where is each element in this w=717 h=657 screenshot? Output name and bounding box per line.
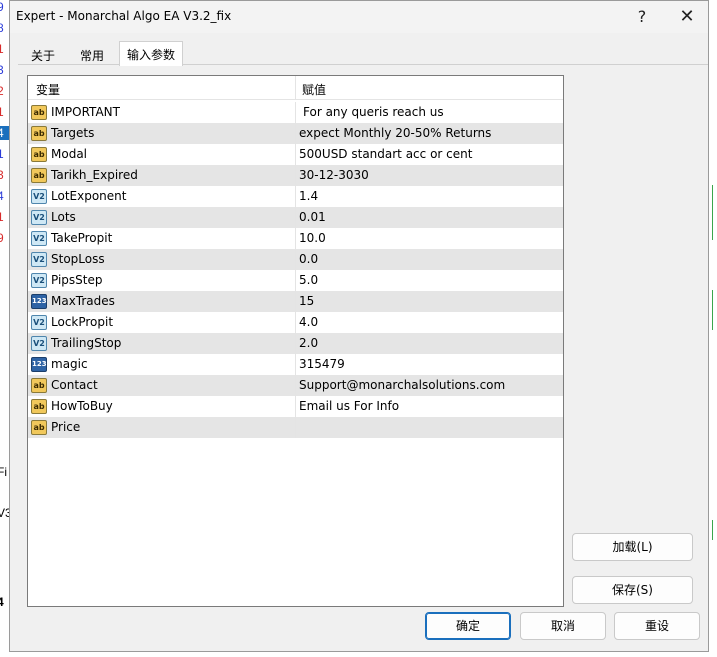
variable-value[interactable]: 0.01: [299, 210, 326, 224]
table-row[interactable]: V2 Lots 0.01: [28, 207, 563, 228]
variable-name: MaxTrades: [51, 294, 115, 308]
variable-name: Targets: [51, 126, 95, 140]
bg-digit: 9: [0, 0, 4, 14]
bg-digit: 3: [0, 168, 4, 182]
bg-digit: 3: [0, 63, 4, 77]
variable-value[interactable]: 2.0: [299, 336, 318, 350]
integer-type-icon: 123: [31, 357, 47, 372]
table-row[interactable]: ab HowToBuy Email us For Info: [28, 396, 563, 417]
save-button[interactable]: 保存(S): [572, 576, 693, 604]
bg-text: 4: [0, 595, 4, 609]
variable-name: HowToBuy: [51, 399, 113, 413]
variable-name: Contact: [51, 378, 98, 392]
variable-value[interactable]: expect Monthly 20-50% Returns: [299, 126, 491, 140]
table-row[interactable]: V2 StopLoss 0.0: [28, 249, 563, 270]
variable-value[interactable]: 15: [299, 294, 314, 308]
help-button[interactable]: ?: [630, 5, 654, 29]
table-row[interactable]: 123 MaxTrades 15: [28, 291, 563, 312]
close-button[interactable]: ✕: [675, 5, 699, 29]
variable-value[interactable]: Support@monarchalsolutions.com: [299, 378, 505, 392]
ok-button[interactable]: 确定: [425, 612, 511, 640]
variable-name: LockPropit: [51, 315, 114, 329]
load-button[interactable]: 加载(L): [572, 533, 693, 561]
string-type-icon: ab: [31, 420, 47, 435]
column-header-variable[interactable]: 变量: [36, 81, 60, 98]
integer-type-icon: 123: [31, 294, 47, 309]
bg-digit: 4: [0, 126, 9, 140]
bg-text: Fi: [0, 465, 7, 479]
tab-common[interactable]: 常用: [73, 45, 111, 65]
variable-name: Modal: [51, 147, 87, 161]
string-type-icon: ab: [31, 105, 47, 120]
background-terminal-left: 9 8 1 3 2 1 4 1 3 4 1 9 Fi V3 4: [0, 0, 9, 657]
double-type-icon: V2: [31, 315, 47, 330]
variable-value[interactable]: 5.0: [299, 273, 318, 287]
variable-value[interactable]: 1.4: [299, 189, 318, 203]
variable-name: StopLoss: [51, 252, 105, 266]
variable-value[interactable]: 0.0: [299, 252, 318, 266]
cancel-button[interactable]: 取消: [520, 612, 606, 640]
bg-digit: 4: [0, 189, 4, 203]
column-header-value[interactable]: 赋值: [302, 81, 326, 98]
double-type-icon: V2: [31, 189, 47, 204]
double-type-icon: V2: [31, 252, 47, 267]
tab-inputs[interactable]: 输入参数: [119, 41, 184, 66]
table-row[interactable]: V2 LotExponent 1.4: [28, 186, 563, 207]
variable-value[interactable]: 10.0: [299, 231, 326, 245]
string-type-icon: ab: [31, 168, 47, 183]
table-row[interactable]: V2 TrailingStop 2.0: [28, 333, 563, 354]
string-type-icon: ab: [31, 378, 47, 393]
table-row[interactable]: V2 LockPropit 4.0: [28, 312, 563, 333]
bg-digit: 1: [0, 147, 4, 161]
variable-value[interactable]: 30-12-3030: [299, 168, 369, 182]
grid-header: 变量 赋值: [28, 76, 563, 100]
table-row[interactable]: V2 TakePropit 10.0: [28, 228, 563, 249]
bg-digit: 2: [0, 84, 4, 98]
tab-about[interactable]: 关于: [24, 45, 62, 65]
variable-name: magic: [51, 357, 88, 371]
variable-name: PipsStep: [51, 273, 103, 287]
variable-name: TrailingStop: [51, 336, 122, 350]
double-type-icon: V2: [31, 210, 47, 225]
tab-bar: 关于 常用 输入参数: [18, 41, 708, 66]
bg-digit: 1: [0, 42, 4, 56]
variable-value[interactable]: 500USD standart acc or cent: [299, 147, 472, 161]
string-type-icon: ab: [31, 399, 47, 414]
double-type-icon: V2: [31, 336, 47, 351]
table-row[interactable]: ab IMPORTANT For any queris reach us: [28, 102, 563, 123]
table-row[interactable]: ab Modal 500USD standart acc or cent: [28, 144, 563, 165]
variable-name: Lots: [51, 210, 76, 224]
variable-name: Price: [51, 420, 81, 434]
variable-name: IMPORTANT: [51, 105, 120, 119]
double-type-icon: V2: [31, 231, 47, 246]
bg-text: V3: [0, 506, 9, 520]
variable-name: Tarikh_Expired: [51, 168, 138, 182]
expert-dialog: Expert - Monarchal Algo EA V3.2_fix ? ✕ …: [9, 0, 709, 652]
table-row[interactable]: 123 magic 315479: [28, 354, 563, 375]
table-row[interactable]: ab Price: [28, 417, 563, 438]
variable-value[interactable]: For any queris reach us: [303, 105, 444, 119]
bg-digit: 9: [0, 231, 4, 245]
background-terminal-right: [709, 0, 717, 657]
string-type-icon: ab: [31, 126, 47, 141]
table-row[interactable]: ab Contact Support@monarchalsolutions.com: [28, 375, 563, 396]
table-row[interactable]: ab Targets expect Monthly 20-50% Returns: [28, 123, 563, 144]
variable-value[interactable]: 315479: [299, 357, 345, 371]
variable-name: LotExponent: [51, 189, 127, 203]
window-title: Expert - Monarchal Algo EA V3.2_fix: [16, 9, 232, 23]
double-type-icon: V2: [31, 273, 47, 288]
variable-name: TakePropit: [51, 231, 113, 245]
bg-digit: 1: [0, 210, 4, 224]
title-bar: Expert - Monarchal Algo EA V3.2_fix ? ✕: [10, 1, 708, 33]
variable-value[interactable]: 4.0: [299, 315, 318, 329]
inputs-grid: 变量 赋值 ab IMPORTANT For any queris reach us…: [27, 75, 564, 607]
variable-value[interactable]: Email us For Info: [299, 399, 399, 413]
bg-digit: 1: [0, 105, 4, 119]
reset-button[interactable]: 重设: [614, 612, 700, 640]
table-row[interactable]: ab Tarikh_Expired 30-12-3030: [28, 165, 563, 186]
bg-digit: 8: [0, 21, 4, 35]
string-type-icon: ab: [31, 147, 47, 162]
table-row[interactable]: V2 PipsStep 5.0: [28, 270, 563, 291]
